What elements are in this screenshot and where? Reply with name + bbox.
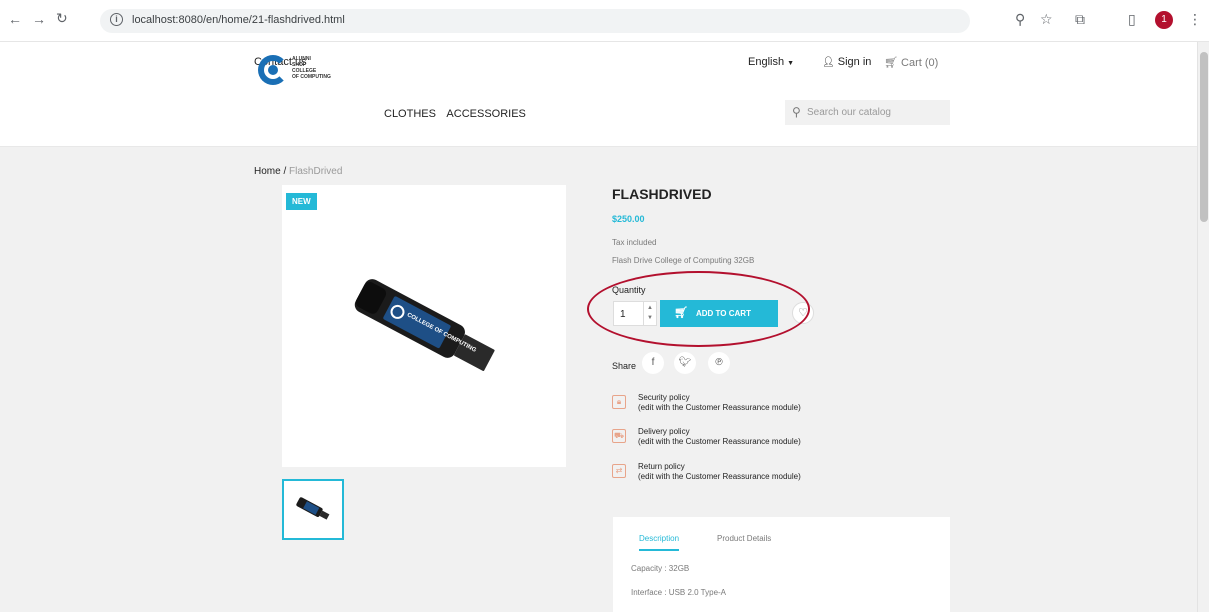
- interface-text: Interface : USB 2.0 Type-A: [631, 588, 727, 597]
- side-panel-icon[interactable]: ▯: [1128, 11, 1136, 28]
- chevron-down-icon: ▼: [787, 60, 795, 67]
- product-price: $250.00: [612, 214, 645, 224]
- tab-product-details[interactable]: Product Details: [717, 534, 771, 543]
- logo-mark-icon: [258, 55, 288, 85]
- cart-icon: 🛒︎: [884, 57, 898, 69]
- reassurance-title: Security policy: [638, 393, 690, 402]
- logo-text: ALUNNI SHOP COLLEGE OF COMPUTING: [292, 56, 331, 80]
- cart-link[interactable]: 🛒︎ Cart (0): [884, 56, 938, 69]
- share-label: Share: [612, 361, 637, 371]
- language-selector[interactable]: English ▼: [748, 56, 794, 68]
- tax-label: Tax included: [612, 238, 657, 247]
- truck-icon: ⛟: [612, 429, 626, 443]
- page-scrollbar[interactable]: [1197, 42, 1209, 612]
- product-thumbnail[interactable]: [282, 479, 344, 540]
- menu-item-clothes[interactable]: CLOTHES: [384, 108, 436, 120]
- language-label: English: [748, 56, 785, 68]
- reassurance-sub: (edit with the Customer Reassurance modu…: [638, 403, 801, 412]
- return-icon: ⇄: [612, 464, 626, 478]
- user-icon: 👤︎: [822, 57, 835, 68]
- sign-in-label: Sign in: [837, 56, 872, 68]
- thumbnail-drive-image: [296, 497, 330, 520]
- product-title: FLASHDRIVED: [612, 186, 712, 202]
- pinterest-icon[interactable]: ℗: [708, 352, 730, 374]
- scrollbar-thumb[interactable]: [1200, 52, 1208, 222]
- reassurance-sub: (edit with the Customer Reassurance modu…: [638, 437, 801, 446]
- url-text: localhost:8080/en/home/21-flashdrived.ht…: [132, 14, 345, 26]
- store-header: Contact us English ▼ 👤︎ Sign in 🛒︎ Cart …: [0, 42, 1197, 147]
- forward-icon[interactable]: →: [32, 11, 46, 27]
- store-logo[interactable]: ALUNNI SHOP COLLEGE OF COMPUTING: [258, 53, 338, 89]
- browser-toolbar: ← → ↻ i localhost:8080/en/home/21-flashd…: [0, 0, 1209, 42]
- zoom-icon[interactable]: ⚲: [1015, 11, 1025, 28]
- reassurance-title: Return policy: [638, 462, 685, 471]
- back-icon[interactable]: ←: [8, 11, 22, 27]
- capacity-text: Capacity : 32GB: [631, 564, 690, 573]
- facebook-icon[interactable]: f: [642, 352, 664, 374]
- tab-description[interactable]: Description: [639, 534, 680, 551]
- browser-menu-icon[interactable]: ⋮: [1188, 11, 1202, 28]
- address-bar[interactable]: i localhost:8080/en/home/21-flashdrived.…: [100, 9, 970, 33]
- breadcrumb-current: FlashDrived: [289, 166, 343, 177]
- reassurance-sub: (edit with the Customer Reassurance modu…: [638, 472, 801, 481]
- product-short-description: Flash Drive College of Computing 32GB: [612, 256, 755, 265]
- flash-drive-image: COLLEGE OF COMPUTING: [354, 279, 495, 371]
- search-input[interactable]: ⚲ Search our catalog: [785, 100, 950, 125]
- search-placeholder: Search our catalog: [807, 107, 891, 118]
- product-cover-image[interactable]: NEW COLLEGE OF COMPUTING: [282, 185, 566, 467]
- breadcrumb-home[interactable]: Home: [254, 166, 281, 177]
- twitter-icon[interactable]: 🐦︎: [674, 352, 696, 374]
- profile-avatar[interactable]: 1: [1155, 11, 1173, 29]
- bookmark-star-icon[interactable]: ☆: [1040, 11, 1053, 28]
- product-tabs: Description Product Details Capacity : 3…: [613, 517, 950, 612]
- breadcrumb: Home / FlashDrived: [254, 166, 342, 177]
- lock-icon: 🔒︎: [612, 395, 626, 409]
- search-icon: ⚲: [792, 105, 801, 119]
- cart-label: Cart (0): [901, 57, 939, 69]
- main-menu: CLOTHES ACCESSORIES: [384, 108, 534, 120]
- reassurance-title: Delivery policy: [638, 427, 690, 436]
- extensions-icon[interactable]: ⧉: [1075, 11, 1085, 28]
- site-info-icon[interactable]: i: [110, 13, 123, 26]
- annotation-circle: [587, 271, 810, 347]
- menu-item-accessories[interactable]: ACCESSORIES: [446, 108, 525, 120]
- sign-in-link[interactable]: 👤︎ Sign in: [822, 56, 871, 68]
- reload-icon[interactable]: ↻: [56, 10, 68, 27]
